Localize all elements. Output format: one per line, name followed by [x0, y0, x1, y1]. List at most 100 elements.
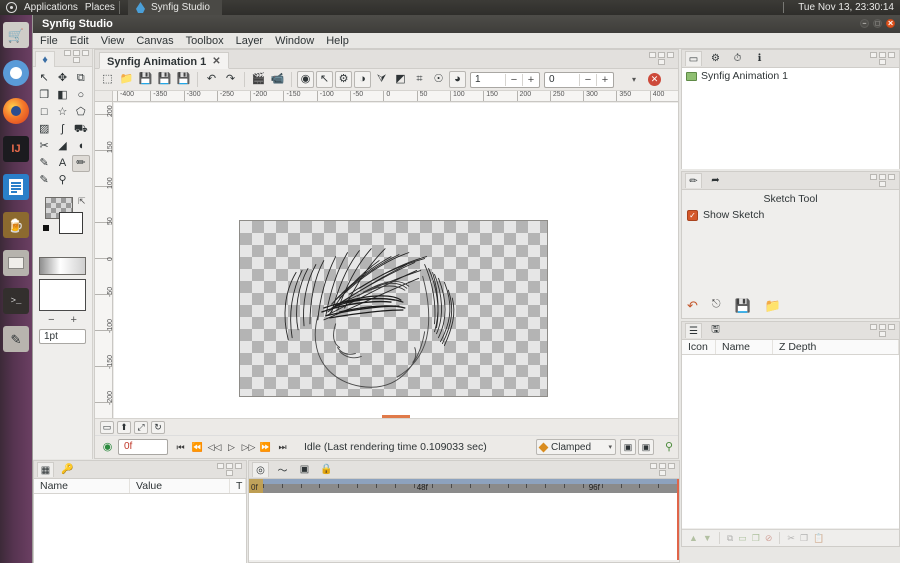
unity-active-app[interactable]: Synfig Studio	[128, 0, 222, 15]
duplicate-layer-button[interactable]: ❐	[752, 533, 760, 544]
unity-clock[interactable]: Tue Nov 13, 23:30:14	[798, 0, 894, 15]
launcher-item-files[interactable]	[3, 250, 29, 276]
open-document-button[interactable]: 📁	[118, 71, 135, 88]
future-onion-skin-increase[interactable]: +	[596, 73, 613, 86]
children-tab[interactable]: ▣	[296, 462, 313, 477]
layers-dock-handle[interactable]	[868, 323, 896, 339]
history-tab[interactable]: ⏱	[729, 51, 746, 66]
menu-places[interactable]: Places	[85, 2, 115, 13]
menu-canvas[interactable]: Canvas	[136, 35, 173, 47]
params-dock-handle[interactable]	[215, 462, 243, 478]
load-sketch-button[interactable]: 📁	[765, 298, 781, 314]
canvas-browser-dock-handle[interactable]	[868, 51, 896, 67]
save-as-button[interactable]: 💾	[156, 71, 173, 88]
close-canvas-button[interactable]: ✕	[648, 73, 662, 86]
zoom-fit-button[interactable]: ⤢	[134, 420, 148, 434]
column-time[interactable]: T	[230, 479, 246, 493]
low-res-button[interactable]: ◕	[449, 71, 466, 88]
rectangle-tool[interactable]: □	[35, 104, 53, 121]
seek-next-keyframe-button[interactable]: ⏩	[258, 439, 273, 456]
scale-tool[interactable]: ❐	[35, 87, 53, 104]
timetrack-tracks[interactable]	[249, 493, 679, 560]
show-grid-button[interactable]: ◉	[297, 71, 314, 88]
library-tab[interactable]: ⚙	[707, 51, 724, 66]
keyframe-tab[interactable]: 🔑	[59, 462, 76, 477]
focus-point-button[interactable]: ⚲	[665, 440, 673, 453]
snap-to-grid-button[interactable]: ↖	[316, 71, 333, 88]
future-onion-skin-decrease[interactable]: −	[579, 73, 596, 86]
close-icon[interactable]: ✕	[212, 56, 220, 67]
outline-color-swatch[interactable]	[59, 212, 83, 234]
future-onion-skin-spinner[interactable]: 0− +	[544, 71, 614, 88]
past-onion-skin-increase[interactable]: +	[522, 73, 539, 86]
background-rendering-button[interactable]: ◑	[354, 71, 371, 88]
horizontal-ruler[interactable]: -400 -350 -300 -250 -200 -150 -100 -50 0 50 100 150…	[113, 91, 678, 102]
copy-layer-button[interactable]: ❐	[800, 533, 808, 544]
seek-end-button[interactable]: ⏭	[275, 439, 290, 456]
gradient-swatch[interactable]	[39, 257, 86, 275]
layers-tab[interactable]: ☰	[685, 323, 702, 338]
menu-edit[interactable]: Edit	[70, 35, 89, 47]
refresh-button[interactable]: ↻	[151, 420, 165, 434]
new-layer-button[interactable]: ▭	[738, 533, 747, 544]
time-cursor[interactable]: 0f	[249, 479, 263, 493]
brush-size-increase[interactable]: +	[71, 314, 77, 326]
maximize-button[interactable]: □	[873, 19, 882, 28]
launcher-item-ubuntu-software-center[interactable]: 🛒	[3, 22, 29, 48]
seek-begin-button[interactable]: ⏮	[173, 439, 188, 456]
launcher-item-libreoffice-writer[interactable]	[3, 174, 29, 200]
canvas-dock-handle[interactable]	[647, 51, 675, 67]
fill-tool[interactable]: ⛟	[72, 121, 90, 138]
cut-layer-button[interactable]: ✂	[787, 533, 795, 544]
menu-toolbox[interactable]: Toolbox	[186, 35, 224, 47]
render-final-button[interactable]: ▣	[638, 439, 654, 455]
show-sketch-row[interactable]: ✓ Show Sketch	[682, 205, 899, 221]
spline-tool[interactable]: ʃ	[53, 121, 71, 138]
params-list[interactable]: Name Value T	[34, 479, 246, 563]
current-time-input[interactable]: 0f	[118, 439, 168, 455]
seek-next-frame-button[interactable]: ▷▷	[241, 439, 256, 456]
rotate-tool[interactable]: ◧	[53, 87, 71, 104]
save-button[interactable]: 💾	[137, 71, 154, 88]
ubuntu-dash-icon[interactable]	[6, 2, 17, 13]
past-onion-skin-spinner[interactable]: 1− +	[470, 71, 540, 88]
curves-tab[interactable]: 〜	[274, 462, 291, 477]
brush-preview[interactable]	[39, 279, 86, 311]
launcher-item-synfig-studio[interactable]: ✎	[3, 326, 29, 352]
star-tool[interactable]: ☆	[53, 104, 71, 121]
paste-layer-button[interactable]: 📋	[813, 533, 824, 544]
draw-tool[interactable]: ✎	[35, 155, 53, 172]
future-onion-skin-value[interactable]: 0	[545, 74, 579, 85]
show-onion-skin-button[interactable]: ◩	[392, 71, 409, 88]
column-name[interactable]: Name	[716, 340, 773, 354]
timetrack-dock-handle[interactable]	[648, 462, 676, 478]
seek-prev-keyframe-button[interactable]: ⏪	[190, 439, 205, 456]
lower-layer-button[interactable]: ▼	[703, 533, 712, 543]
launcher-item-terminal[interactable]: >_	[3, 288, 29, 314]
toggle-grid-button[interactable]: ⌗	[411, 71, 428, 88]
seek-prev-frame-button[interactable]: ◁◁	[207, 439, 222, 456]
brush-tool[interactable]: ✎	[35, 172, 53, 189]
menu-layer[interactable]: Layer	[236, 35, 264, 47]
close-button[interactable]: ✕	[886, 19, 895, 28]
fit-canvas-button[interactable]: ▭	[100, 420, 114, 434]
render-options-button[interactable]: ⚙	[335, 71, 352, 88]
group-layer-button[interactable]: ⧉	[727, 533, 733, 544]
eyedropper-tool[interactable]: ◖	[72, 138, 90, 155]
info-tab[interactable]: ℹ	[751, 51, 768, 66]
timebar-keyframe-strip[interactable]	[249, 479, 679, 484]
launcher-item-gimp[interactable]: 🍺	[3, 212, 29, 238]
past-onion-skin-value[interactable]: 1	[471, 74, 505, 85]
past-onion-skin-decrease[interactable]: −	[505, 73, 522, 86]
timebar[interactable]: 0f 48f 96f	[249, 479, 679, 493]
toggle-guides-button[interactable]: ☉	[430, 71, 447, 88]
column-name[interactable]: Name	[34, 479, 130, 493]
canvas-tab-synfig-animation-1[interactable]: Synfig Animation 1 ✕	[99, 52, 229, 69]
chevron-down-icon[interactable]: ▾	[632, 75, 636, 84]
keyframes-tab[interactable]: 🖫	[707, 323, 724, 338]
menu-applications[interactable]: Applications	[24, 2, 78, 13]
interpolation-dropdown[interactable]: Clamped ▾	[536, 439, 616, 455]
render-button[interactable]: 🎬	[250, 71, 267, 88]
zoom-in-button[interactable]: ⬆	[117, 420, 131, 434]
save-sketch-button[interactable]: 💾	[735, 298, 751, 314]
